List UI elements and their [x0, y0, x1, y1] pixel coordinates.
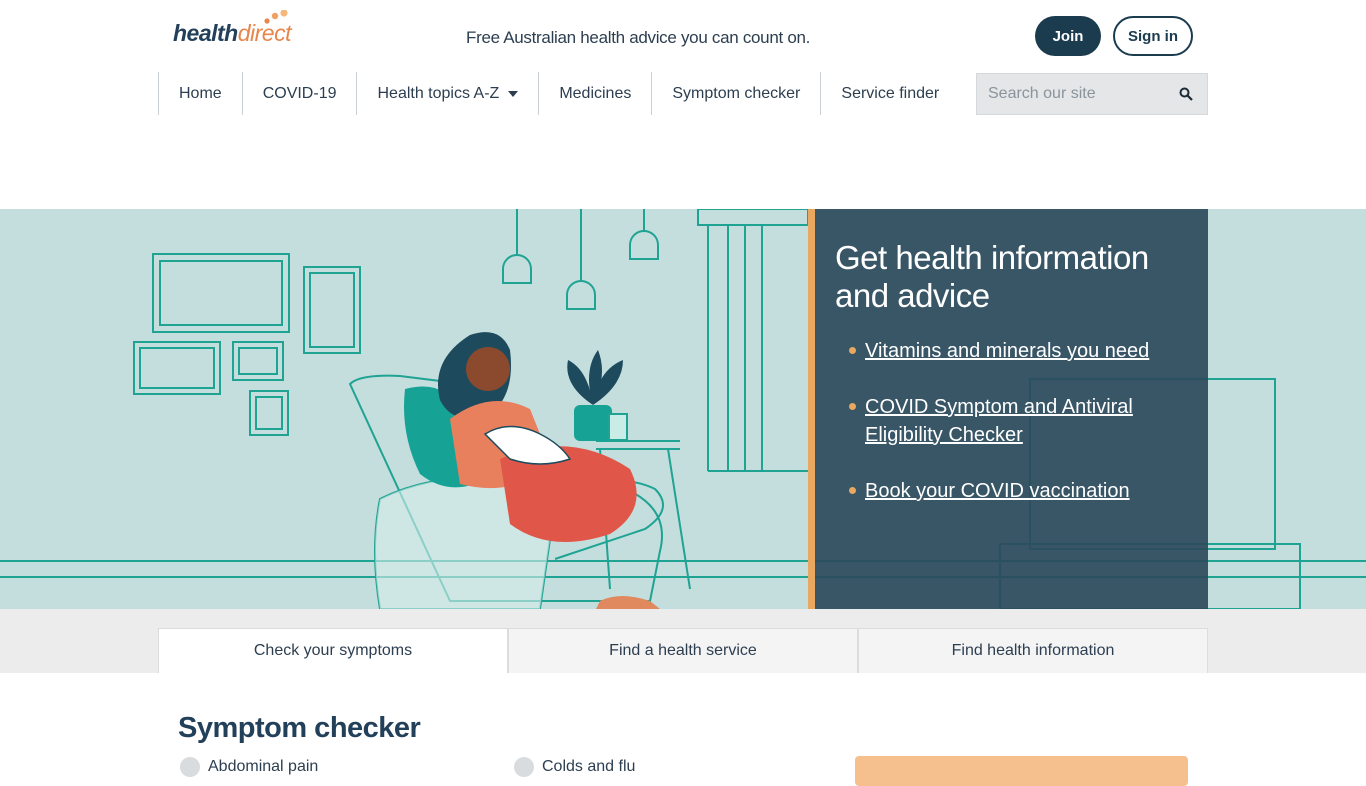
bullet-icon — [849, 347, 856, 354]
site-search — [976, 73, 1208, 115]
nav-item-covid-19[interactable]: COVID-19 — [241, 72, 357, 115]
tagline: Free Australian health advice you can co… — [466, 28, 811, 47]
hero-link-covid-checker[interactable]: COVID Symptom and Antiviral Eligibility … — [865, 396, 1133, 446]
sign-in-button[interactable]: Sign in — [1113, 16, 1193, 56]
list-item: Vitamins and minerals you need — [835, 337, 1188, 365]
main-nav: Home COVID-19 Health topics A-Z Medicine… — [158, 72, 959, 115]
tab-find-health-service[interactable]: Find a health service — [508, 628, 858, 673]
symptom-option-abdominal-pain[interactable]: Abdominal pain — [180, 757, 318, 777]
bullet-icon — [849, 487, 856, 494]
hero-link-vitamins[interactable]: Vitamins and minerals you need — [865, 340, 1149, 362]
list-item: COVID Symptom and Antiviral Eligibility … — [835, 393, 1188, 449]
hero-title: Get health information and advice — [835, 239, 1149, 314]
promo-card — [855, 756, 1188, 786]
hero-link-list: Vitamins and minerals you need COVID Sym… — [835, 337, 1188, 505]
join-button[interactable]: Join — [1035, 16, 1101, 56]
caret-down-icon — [508, 91, 519, 97]
search-icon[interactable] — [1179, 87, 1193, 101]
hero-banner: Get health information and advice Vitami… — [0, 209, 1366, 609]
logo-direct-text: direct — [237, 20, 292, 46]
symptom-option-colds-and-flu[interactable]: Colds and flu — [514, 757, 635, 777]
search-input[interactable] — [988, 85, 1168, 103]
bullet-icon — [849, 403, 856, 410]
symptom-checker-title: Symptom checker — [178, 712, 421, 744]
radio-button[interactable] — [180, 757, 200, 777]
nav-item-label: Medicines — [559, 84, 632, 102]
radio-button[interactable] — [514, 757, 534, 777]
radio-label: Colds and flu — [542, 758, 636, 775]
nav-item-label: Service finder — [841, 84, 940, 102]
tools-tab-band: Check your symptoms Find a health servic… — [0, 609, 1366, 673]
nav-item-symptom-checker[interactable]: Symptom checker — [651, 72, 820, 115]
nav-item-label: Health topics A-Z — [377, 84, 500, 102]
logo-health-text: health — [173, 20, 238, 46]
nav-item-service-finder[interactable]: Service finder — [820, 72, 959, 115]
site-header: healthdirect Free Australian health advi… — [0, 0, 1366, 209]
nav-item-home[interactable]: Home — [158, 72, 242, 115]
nav-item-label: Home — [179, 84, 222, 102]
nav-item-medicines[interactable]: Medicines — [538, 72, 651, 115]
nav-item-label: COVID-19 — [262, 84, 337, 102]
hero-info-panel: Get health information and advice Vitami… — [808, 209, 1208, 609]
tools-tabs: Check your symptoms Find a health servic… — [158, 628, 1208, 673]
nav-item-label: Symptom checker — [672, 84, 801, 102]
logo-wordmark: healthdirect — [173, 20, 291, 47]
nav-item-health-topics[interactable]: Health topics A-Z — [356, 72, 538, 115]
tab-find-health-information[interactable]: Find health information — [858, 628, 1208, 673]
radio-label: Abdominal pain — [208, 758, 319, 775]
hero-link-covid-vaccination[interactable]: Book your COVID vaccination — [865, 480, 1130, 502]
tab-check-symptoms[interactable]: Check your symptoms — [158, 628, 508, 673]
list-item: Book your COVID vaccination — [835, 477, 1188, 505]
